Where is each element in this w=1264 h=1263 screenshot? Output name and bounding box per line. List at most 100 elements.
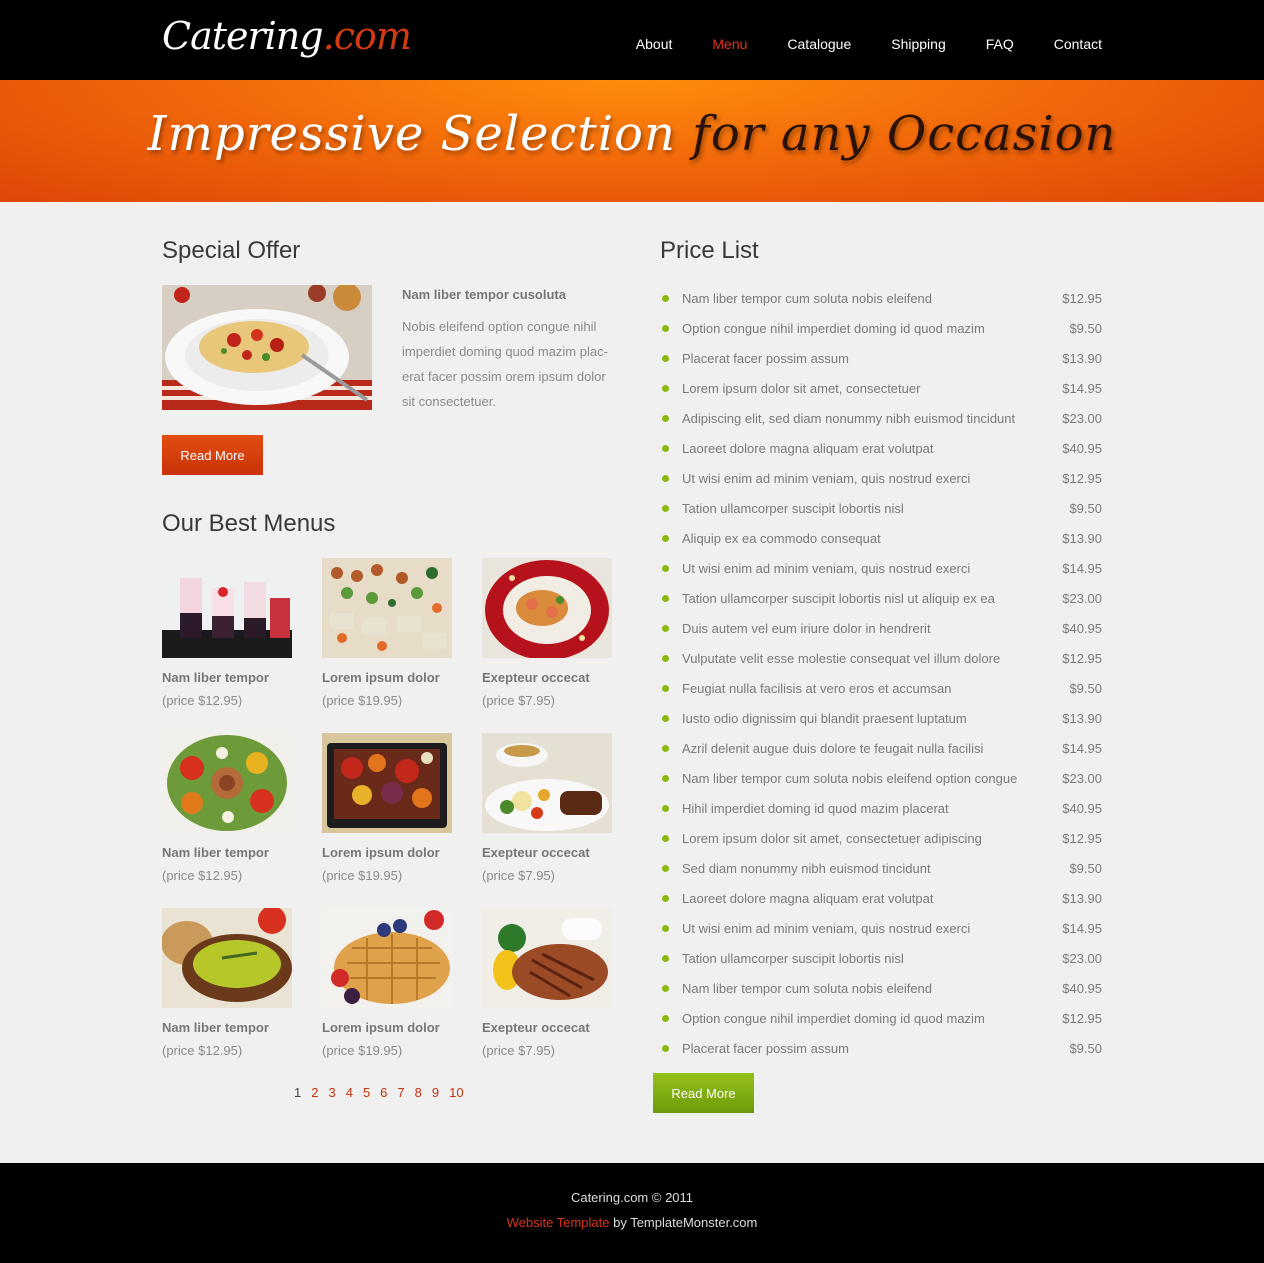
menu-card-image[interactable] xyxy=(482,733,612,833)
price-row: Nam liber tempor cum soluta nobis eleife… xyxy=(660,283,1102,313)
nav-contact[interactable]: Contact xyxy=(1054,36,1102,52)
price-item-name: Ut wisi enim ad minim veniam, quis nostr… xyxy=(682,470,971,486)
menu-card[interactable]: Lorem ipsum dolor (price $19.95) xyxy=(322,733,452,883)
roasted-vegetables-image xyxy=(322,733,452,833)
menu-card[interactable]: Nam liber tempor (price $12.95) xyxy=(162,733,292,883)
menu-card-image[interactable] xyxy=(482,558,612,658)
price-row: Laoreet dolore magna aliquam erat volutp… xyxy=(660,433,1102,463)
grilled-chicken-image xyxy=(482,908,612,1008)
menu-card-image[interactable] xyxy=(162,908,292,1008)
menu-card-name[interactable]: Lorem ipsum dolor xyxy=(322,670,452,685)
price-item-name: Feugiat nulla facilisis at vero eros et … xyxy=(682,680,952,696)
menu-card[interactable]: Nam liber tempor (price $12.95) xyxy=(162,558,292,708)
price-item-name: Option congue nihil imperdiet doming id … xyxy=(682,1010,985,1026)
bullet-icon xyxy=(662,924,669,932)
menu-card-image[interactable] xyxy=(322,558,452,658)
page-link-7[interactable]: 7 xyxy=(397,1085,404,1100)
nav-shipping[interactable]: Shipping xyxy=(891,36,946,52)
price-row: Nam liber tempor cum soluta nobis eleife… xyxy=(660,763,1102,793)
main-nav: About Menu Catalogue Shipping FAQ Contac… xyxy=(636,36,1102,52)
page-link-4[interactable]: 4 xyxy=(346,1085,353,1100)
page-link-3[interactable]: 3 xyxy=(328,1085,335,1100)
bullet-icon xyxy=(662,624,669,632)
nav-menu[interactable]: Menu xyxy=(712,36,747,52)
menu-card-image[interactable] xyxy=(162,733,292,833)
menu-card-name[interactable]: Nam liber tempor xyxy=(162,670,292,685)
price-item-name: Hihil imperdiet doming id quod mazim pla… xyxy=(682,800,949,816)
price-list-read-more-button[interactable]: Read More xyxy=(653,1073,754,1113)
bullet-icon xyxy=(662,684,669,692)
price-item-price: $13.90 xyxy=(1062,710,1102,726)
price-row: Placerat facer possim assum $9.50 xyxy=(660,1033,1102,1063)
vegetable-salad-image xyxy=(162,733,292,833)
menu-card-name[interactable]: Nam liber tempor xyxy=(162,1020,292,1035)
logo-main: Catering xyxy=(162,14,324,58)
menu-card[interactable]: Exepteur occecat (price $7.95) xyxy=(482,733,612,883)
website-template-link[interactable]: Website Template xyxy=(507,1215,610,1230)
bullet-icon xyxy=(662,834,669,842)
price-row: Iusto odio dignissim qui blandit praesen… xyxy=(660,703,1102,733)
menu-card-image[interactable] xyxy=(322,908,452,1008)
price-row: Feugiat nulla facilisis at vero eros et … xyxy=(660,673,1102,703)
menu-card-name[interactable]: Exepteur occecat xyxy=(482,670,612,685)
bullet-icon xyxy=(662,984,669,992)
menu-card-price: (price $12.95) xyxy=(162,1043,243,1058)
bullet-icon xyxy=(662,444,669,452)
special-offer-image[interactable] xyxy=(162,285,372,410)
menu-card[interactable]: Lorem ipsum dolor (price $19.95) xyxy=(322,558,452,708)
price-row: Azril delenit augue duis dolore te feuga… xyxy=(660,733,1102,763)
menu-card[interactable]: Exepteur occecat (price $7.95) xyxy=(482,558,612,708)
nav-catalogue[interactable]: Catalogue xyxy=(787,36,851,52)
menu-card-price: (price $7.95) xyxy=(482,868,555,883)
price-row: Laoreet dolore magna aliquam erat volutp… xyxy=(660,883,1102,913)
special-offer-text: Nobis eleifend option congue nihil imper… xyxy=(402,319,608,409)
best-menus-heading: Our Best Menus xyxy=(162,510,336,537)
price-row: Adipiscing elit, sed diam nonummy nibh e… xyxy=(660,403,1102,433)
site-header: Catering.com About Menu Catalogue Shippi… xyxy=(0,0,1264,80)
canape-platter-image xyxy=(322,558,452,658)
special-offer-read-more-button[interactable]: Read More xyxy=(162,435,263,475)
price-item-price: $13.90 xyxy=(1062,890,1102,906)
page-link-6[interactable]: 6 xyxy=(380,1085,387,1100)
menu-card[interactable]: Exepteur occecat (price $7.95) xyxy=(482,908,612,1058)
menu-card-name[interactable]: Lorem ipsum dolor xyxy=(322,845,452,860)
price-row: Ut wisi enim ad minim veniam, quis nostr… xyxy=(660,463,1102,493)
page-link-9[interactable]: 9 xyxy=(432,1085,439,1100)
bullet-icon xyxy=(662,654,669,662)
menu-card-name[interactable]: Exepteur occecat xyxy=(482,845,612,860)
menu-card-name[interactable]: Lorem ipsum dolor xyxy=(322,1020,452,1035)
price-item-name: Duis autem vel eum iriure dolor in hendr… xyxy=(682,620,931,636)
menu-card[interactable]: Nam liber tempor (price $12.95) xyxy=(162,908,292,1058)
footer-copyright: Catering.com © 2011 xyxy=(570,1190,694,1205)
menu-card-price: (price $12.95) xyxy=(162,693,243,708)
menu-card-price: (price $7.95) xyxy=(482,1043,555,1058)
nav-about[interactable]: About xyxy=(636,36,673,52)
price-item-price: $14.95 xyxy=(1062,380,1102,396)
page-link-1[interactable]: 1 xyxy=(294,1085,301,1100)
menu-card[interactable]: Lorem ipsum dolor (price $19.95) xyxy=(322,908,452,1058)
menu-card-name[interactable]: Nam liber tempor xyxy=(162,845,292,860)
bullet-icon xyxy=(662,864,669,872)
bullet-icon xyxy=(662,294,669,302)
bullet-icon xyxy=(662,414,669,422)
menu-card-image[interactable] xyxy=(322,733,452,833)
steak-gravy-image xyxy=(482,733,612,833)
price-item-price: $40.95 xyxy=(1062,620,1102,636)
menu-card-image[interactable] xyxy=(482,908,612,1008)
price-item-name: Aliquip ex ea commodo consequat xyxy=(682,530,881,546)
nav-faq[interactable]: FAQ xyxy=(986,36,1014,52)
page-link-2[interactable]: 2 xyxy=(311,1085,318,1100)
pagination: 1 2 3 4 5 6 7 8 9 10 xyxy=(294,1085,464,1100)
price-item-name: Placerat facer possim assum xyxy=(682,350,849,366)
site-logo[interactable]: Catering.com xyxy=(162,14,412,58)
price-item-name: Nam liber tempor cum soluta nobis eleife… xyxy=(682,980,933,996)
page-link-8[interactable]: 8 xyxy=(415,1085,422,1100)
menu-card-price: (price $19.95) xyxy=(322,1043,403,1058)
menu-card-name[interactable]: Exepteur occecat xyxy=(482,1020,612,1035)
price-row: Hihil imperdiet doming id quod mazim pla… xyxy=(660,793,1102,823)
page-link-5[interactable]: 5 xyxy=(363,1085,370,1100)
page-link-10[interactable]: 10 xyxy=(449,1085,463,1100)
price-row: Option congue nihil imperdiet doming id … xyxy=(660,1003,1102,1033)
menu-card-image[interactable] xyxy=(162,558,292,658)
price-item-name: Lorem ipsum dolor sit amet, consectetuer xyxy=(682,380,921,396)
